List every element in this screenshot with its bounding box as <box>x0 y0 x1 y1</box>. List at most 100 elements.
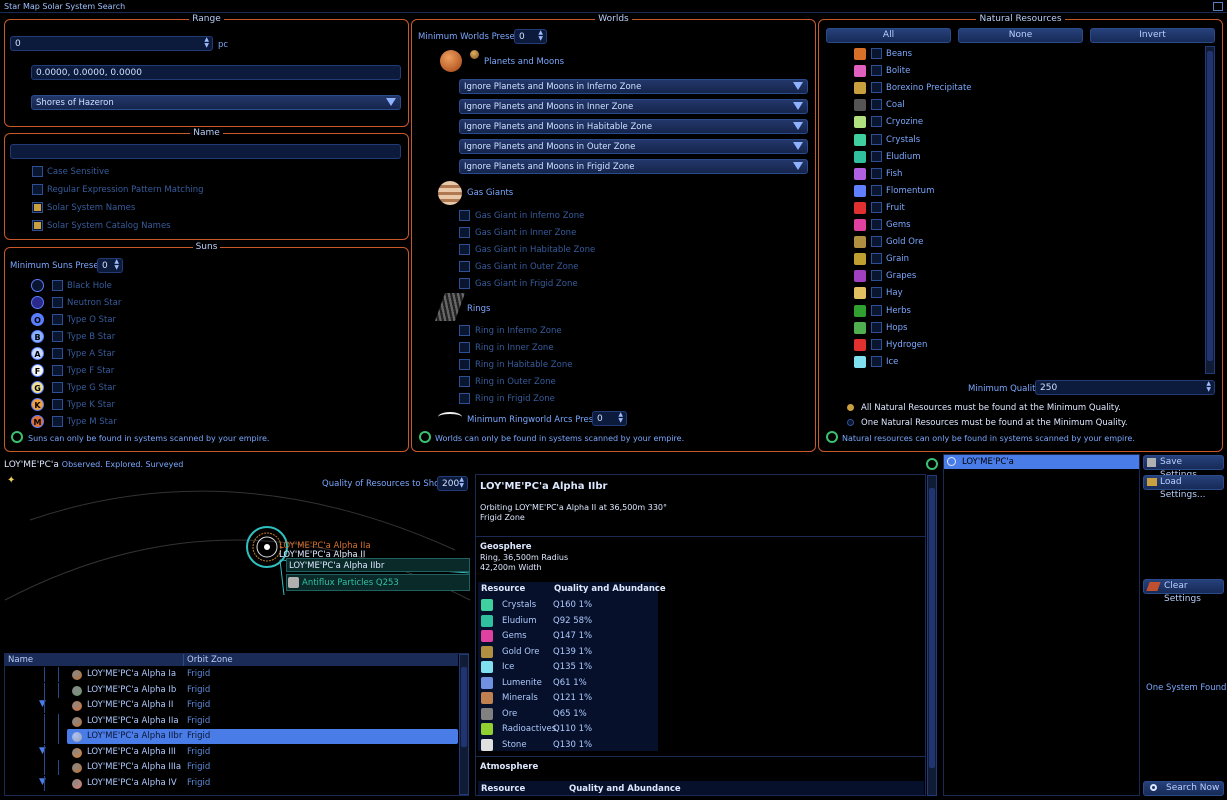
star-type-checkbox[interactable] <box>52 399 63 410</box>
tree-scrollbar[interactable] <box>459 654 469 795</box>
resource-checkbox[interactable] <box>871 304 882 316</box>
spin-arrows-icon[interactable]: ▲ ▼ <box>204 37 209 49</box>
map-label-alpha-iibr[interactable]: LOY'ME'PC'a Alpha IIbr <box>289 561 384 571</box>
resource-icon <box>854 304 866 317</box>
geosphere-line2: 42,200m Width <box>480 563 542 572</box>
resource-checkbox[interactable] <box>871 65 882 77</box>
radio-one[interactable] <box>847 419 854 426</box>
star-type-label: Type A Star <box>67 349 116 359</box>
resource-checkbox[interactable] <box>871 48 882 59</box>
range-input[interactable]: 0 ▲ ▼ <box>10 36 213 51</box>
resource-col-header: Resource <box>481 584 526 594</box>
gas-giant-checkbox[interactable] <box>459 244 470 255</box>
refresh-icon <box>826 431 838 443</box>
zone-select[interactable]: Ignore Planets and Moons in Frigid Zone <box>459 159 808 174</box>
resource-icon <box>854 167 866 180</box>
col-zone-header[interactable]: Orbit Zone <box>183 654 458 666</box>
link-icon[interactable] <box>926 458 938 470</box>
resource-checkbox[interactable] <box>871 167 882 179</box>
select-none-button[interactable]: None <box>958 28 1083 43</box>
star-type-checkbox[interactable] <box>52 382 63 393</box>
zone-select[interactable]: Ignore Planets and Moons in Habitable Zo… <box>459 119 808 134</box>
name-option-checkbox[interactable] <box>32 220 43 231</box>
min-suns-spinner[interactable]: 0 ▲ ▼ <box>97 258 123 273</box>
resource-checkbox[interactable] <box>871 287 882 299</box>
star-type-checkbox[interactable] <box>52 297 63 308</box>
zone-select[interactable]: Ignore Planets and Moons in Inferno Zone <box>459 79 808 94</box>
resource-checkbox[interactable] <box>871 338 882 350</box>
location-select[interactable]: Shores of Hazeron <box>31 95 401 110</box>
tree-row[interactable]: ▼ LOY'ME'PC'a Alpha IV Frigid <box>5 775 460 791</box>
name-search-input[interactable] <box>10 144 401 159</box>
gas-giant-checkbox[interactable] <box>459 261 470 272</box>
resource-checkbox[interactable] <box>871 270 882 282</box>
resources-scrollbar[interactable] <box>1205 46 1215 374</box>
ringworld-spinner[interactable]: 0 ▲ ▼ <box>592 411 627 426</box>
ring-checkbox[interactable] <box>459 359 470 370</box>
resource-checkbox[interactable] <box>871 116 882 128</box>
system-map[interactable] <box>0 490 472 655</box>
zone-select[interactable]: Ignore Planets and Moons in Outer Zone <box>459 139 808 154</box>
ring-checkbox[interactable] <box>459 376 470 387</box>
resource-icon <box>854 201 866 214</box>
spin-arrows-icon[interactable]: ▲ ▼ <box>114 259 119 271</box>
star-type-checkbox[interactable] <box>52 416 63 427</box>
spin-arrows-icon[interactable]: ▲ ▼ <box>459 477 464 489</box>
spin-arrows-icon[interactable]: ▲ ▼ <box>1206 381 1211 393</box>
window-title: Star Map Solar System Search <box>4 2 126 11</box>
gas-giant-checkbox[interactable] <box>459 227 470 238</box>
tree-row[interactable]: ▼ LOY'ME'PC'a Alpha III Frigid <box>5 744 460 760</box>
star-type-checkbox[interactable] <box>52 331 63 342</box>
resource-icon <box>854 116 866 129</box>
tree-row[interactable]: LOY'ME'PC'a Alpha IIa Frigid <box>5 713 460 729</box>
resource-checkbox[interactable] <box>871 82 882 94</box>
min-worlds-spinner[interactable]: 0 ▲ ▼ <box>514 29 547 44</box>
maximize-icon[interactable] <box>1213 2 1223 11</box>
min-quality-spinner[interactable]: 250 ▲ ▼ <box>1035 380 1215 395</box>
tree-row[interactable]: LOY'ME'PC'a Alpha IIIa Frigid <box>5 760 460 775</box>
coordinates-field[interactable]: 0.0000, 0.0000, 0.0000 <box>31 65 401 80</box>
world-icon <box>72 685 82 696</box>
map-label-antiflux[interactable]: Antiflux Particles Q253 <box>302 578 399 588</box>
name-option-checkbox[interactable] <box>32 202 43 213</box>
resource-checkbox[interactable] <box>871 236 882 248</box>
name-option-checkbox[interactable] <box>32 166 43 177</box>
resource-checkbox[interactable] <box>871 184 882 196</box>
tree-row[interactable]: ▼ LOY'ME'PC'a Alpha II Frigid <box>5 698 460 713</box>
resource-checkbox[interactable] <box>871 253 882 265</box>
resource-checkbox[interactable] <box>871 321 882 333</box>
star-type-checkbox[interactable] <box>52 314 63 325</box>
radio-all-selected[interactable] <box>847 404 854 411</box>
name-option-label: Solar System Catalog Names <box>47 221 171 231</box>
star-type-checkbox[interactable] <box>52 280 63 291</box>
results-item[interactable]: LOY'ME'PC'a <box>944 455 1139 469</box>
detail-title: LOY'ME'PC'a Alpha IIbr <box>480 481 608 492</box>
detail-scrollbar[interactable] <box>927 475 937 796</box>
resource-checkbox[interactable] <box>871 355 882 367</box>
invert-selection-button[interactable]: Invert <box>1090 28 1215 43</box>
suns-title: Suns <box>192 242 221 252</box>
resource-checkbox[interactable] <box>871 219 882 230</box>
resource-checkbox[interactable] <box>871 133 882 145</box>
resource-checkbox[interactable] <box>871 201 882 213</box>
star-type-checkbox[interactable] <box>52 365 63 376</box>
star-type-checkbox[interactable] <box>52 348 63 359</box>
tree-row[interactable]: LOY'ME'PC'a Alpha Ib Frigid <box>5 682 460 698</box>
ring-checkbox[interactable] <box>459 325 470 336</box>
ring-checkbox[interactable] <box>459 342 470 353</box>
resource-checkbox[interactable] <box>871 150 882 162</box>
spin-arrows-icon[interactable]: ▲ ▼ <box>618 412 623 424</box>
gas-giant-checkbox[interactable] <box>459 210 470 221</box>
spin-arrows-icon[interactable]: ▲ ▼ <box>538 30 543 42</box>
ring-checkbox[interactable] <box>459 393 470 404</box>
select-all-button[interactable]: All <box>826 28 951 43</box>
tree-row[interactable]: LOY'ME'PC'a Alpha Ia Frigid <box>5 667 460 682</box>
col-name-header[interactable]: Name <box>5 654 183 666</box>
name-option-checkbox[interactable] <box>32 184 43 195</box>
gas-giant-checkbox[interactable] <box>459 278 470 289</box>
quality-show-spinner[interactable]: 200 ▲ ▼ <box>437 476 468 491</box>
zone-select[interactable]: Ignore Planets and Moons in Inner Zone <box>459 99 808 114</box>
resource-checkbox[interactable] <box>871 99 882 111</box>
tree-row[interactable]: LOY'ME'PC'a Alpha IIbr Frigid <box>5 729 460 744</box>
geosphere-title: Geosphere <box>480 542 532 552</box>
